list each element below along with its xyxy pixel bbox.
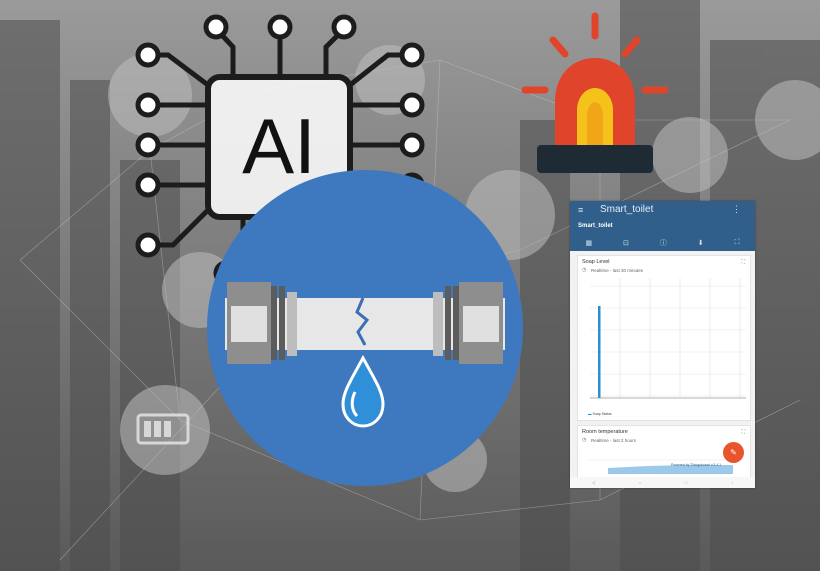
soap-status-bar — [598, 306, 601, 398]
dashboard-phone-screenshot: ≡ Smart_toilet ⋮ Smart_toilet ▦ ⊡ ⓘ ⬇ ⛶ … — [570, 201, 755, 488]
tab-download-icon[interactable]: ⬇ — [698, 239, 704, 247]
card-title: Room temperature — [582, 429, 628, 435]
android-nav-bar: ◁ ○ □ ↓ — [570, 477, 755, 488]
pencil-icon: ✎ — [730, 448, 737, 457]
nav-back-icon[interactable]: ◁ — [592, 480, 595, 485]
expand-icon[interactable]: ⛶ — [741, 259, 745, 265]
app-title: Smart_toilet — [600, 204, 654, 215]
card-title: Soap Level — [582, 259, 610, 265]
soap-level-card: Soap Level ⛶ ◷ Realtime - last 30 minute… — [577, 255, 751, 421]
chart-legend: ▬ Soap Status — [588, 412, 612, 416]
nav-home-icon[interactable]: ○ — [639, 480, 641, 485]
tab-info-icon[interactable]: ⓘ — [660, 238, 667, 248]
more-vert-icon[interactable]: ⋮ — [732, 204, 741, 215]
alarm-siren-icon — [521, 12, 669, 173]
card-subtitle: Realtime - last 2 hours — [591, 438, 637, 443]
app-bar: ≡ Smart_toilet ⋮ Smart_toilet ▦ ⊡ ⓘ ⬇ ⛶ — [570, 201, 755, 251]
clock-icon: ◷ — [582, 267, 587, 273]
expand-icon[interactable]: ⛶ — [741, 429, 745, 435]
dashboard-tabs: ▦ ⊡ ⓘ ⬇ ⛶ — [570, 235, 755, 251]
nav-down-icon[interactable]: ↓ — [731, 480, 733, 485]
clock-icon: ◷ — [582, 437, 587, 443]
powered-by-text: Powered by Thingsboard v.3.4.1 — [671, 463, 722, 467]
tab-fullscreen-icon[interactable]: ⛶ — [735, 239, 740, 247]
hamburger-icon[interactable]: ≡ — [578, 205, 583, 215]
leaking-pipe-icon — [207, 170, 523, 486]
tab-grid-icon[interactable]: ▦ — [585, 239, 592, 247]
dashboard-name: Smart_toilet — [578, 223, 613, 229]
edit-fab-button[interactable]: ✎ — [723, 442, 744, 463]
tab-device-icon[interactable]: ⊡ — [623, 239, 629, 247]
nav-recents-icon[interactable]: □ — [685, 480, 687, 485]
soap-level-chart — [590, 278, 746, 399]
card-subtitle: Realtime - last 30 minutes — [591, 268, 644, 273]
